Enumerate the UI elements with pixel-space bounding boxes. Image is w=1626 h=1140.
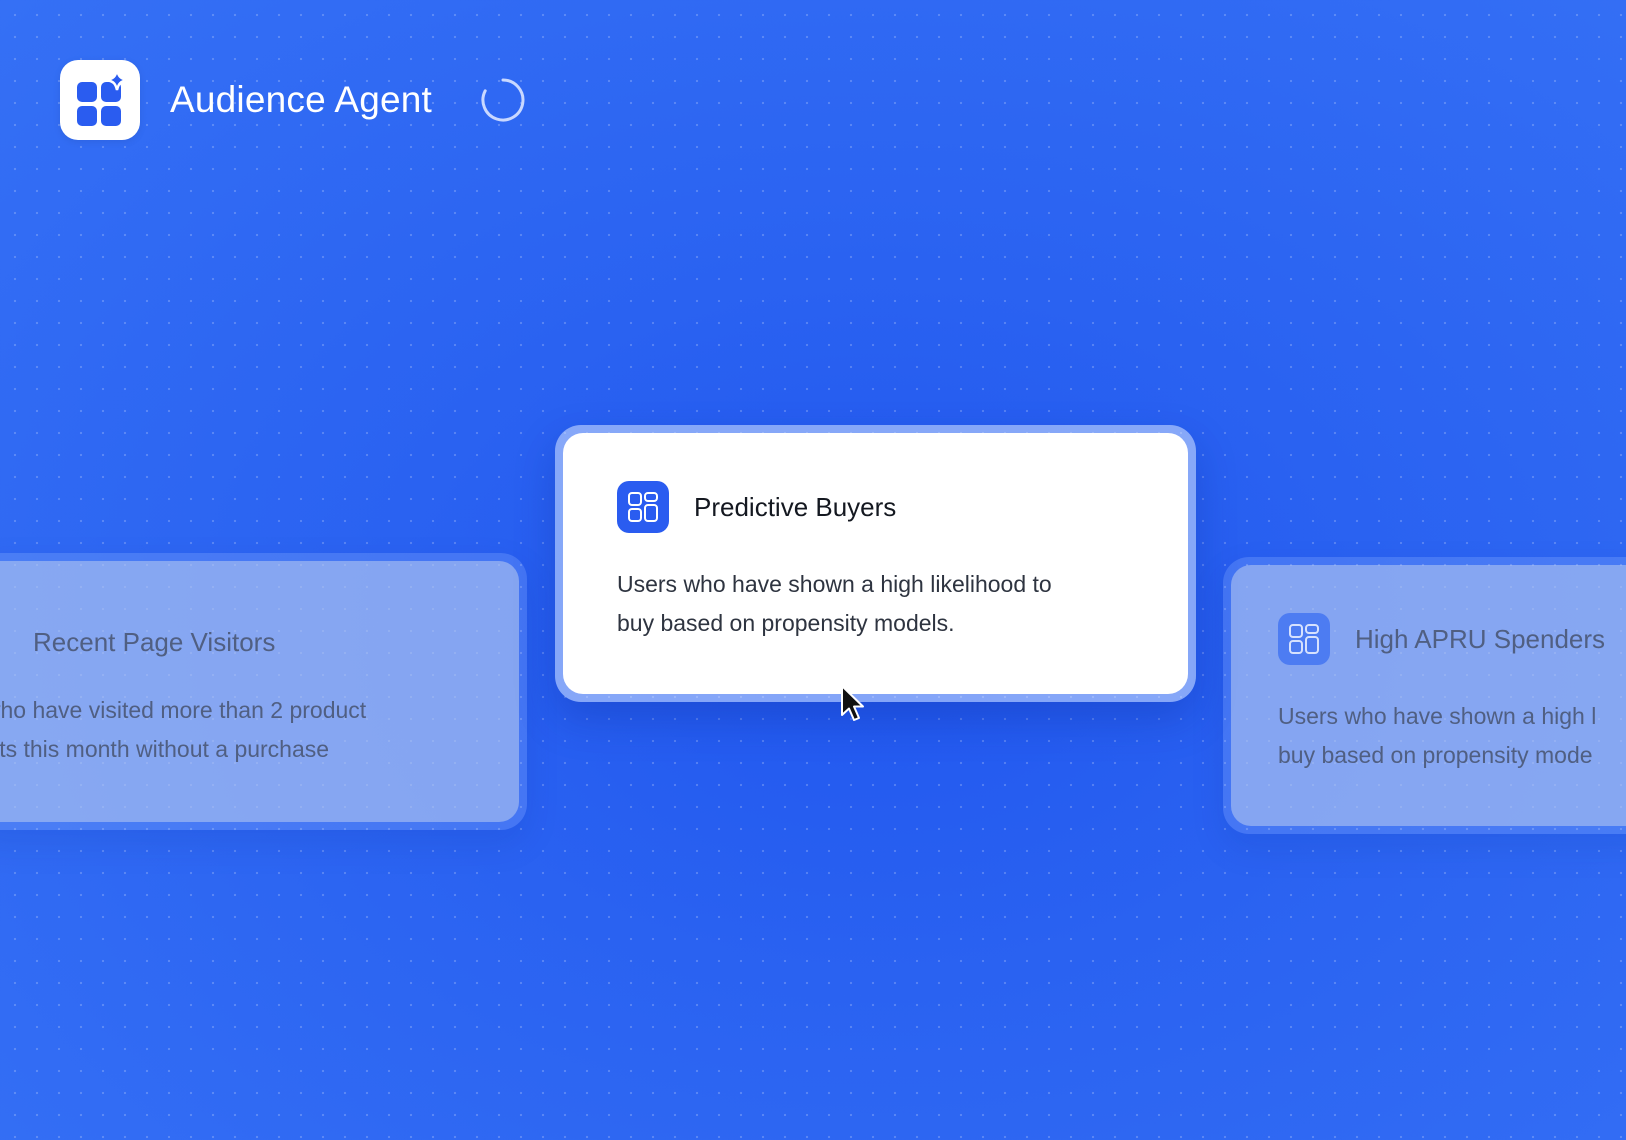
segment-card-header: Predictive Buyers bbox=[617, 481, 1188, 533]
segment-card-description: Users who have shown a high likelihood t… bbox=[617, 565, 1188, 643]
description-line: Users who have shown a high likelihood t… bbox=[617, 571, 1052, 597]
app-grid-sparkle-icon bbox=[77, 69, 128, 126]
segment-card-body: Predictive Buyers Users who have shown a… bbox=[563, 433, 1188, 694]
description-line: Users who have shown a high l bbox=[1278, 703, 1597, 729]
loading-spinner-icon bbox=[481, 78, 525, 122]
app-header: Audience Agent bbox=[60, 60, 526, 140]
segment-grid-icon bbox=[1278, 613, 1330, 665]
segment-card-body: High APRU Spenders Users who have shown … bbox=[1231, 565, 1626, 826]
segment-card-description: Users who have shown a high l buy based … bbox=[1278, 697, 1626, 775]
segment-card-title: Predictive Buyers bbox=[694, 491, 897, 522]
segment-card-title: Recent Page Visitors bbox=[33, 627, 276, 657]
segment-grid-icon bbox=[617, 481, 669, 533]
app-logo[interactable] bbox=[60, 60, 140, 140]
segment-card-header: High APRU Spenders bbox=[1278, 613, 1626, 665]
app-title: Audience Agent bbox=[170, 79, 433, 120]
segment-card-predictive-buyers[interactable]: Predictive Buyers Users who have shown a… bbox=[555, 425, 1196, 702]
description-line: s who have visited more than 2 product bbox=[0, 697, 367, 723]
segment-card-body: Recent Page Visitors s who have visited … bbox=[0, 561, 519, 822]
description-line: buy based on propensity models. bbox=[617, 610, 955, 636]
segment-card-recent-page-visitors[interactable]: Recent Page Visitors s who have visited … bbox=[0, 553, 527, 830]
description-line: visits this month without a purchase bbox=[0, 736, 330, 762]
description-line: buy based on propensity mode bbox=[1278, 742, 1593, 768]
mouse-cursor-icon bbox=[841, 685, 864, 721]
segment-card-high-apru-spenders[interactable]: High APRU Spenders Users who have shown … bbox=[1223, 557, 1626, 834]
segment-card-description: s who have visited more than 2 product v… bbox=[0, 691, 366, 769]
segment-card-title: High APRU Spenders bbox=[1355, 623, 1606, 654]
